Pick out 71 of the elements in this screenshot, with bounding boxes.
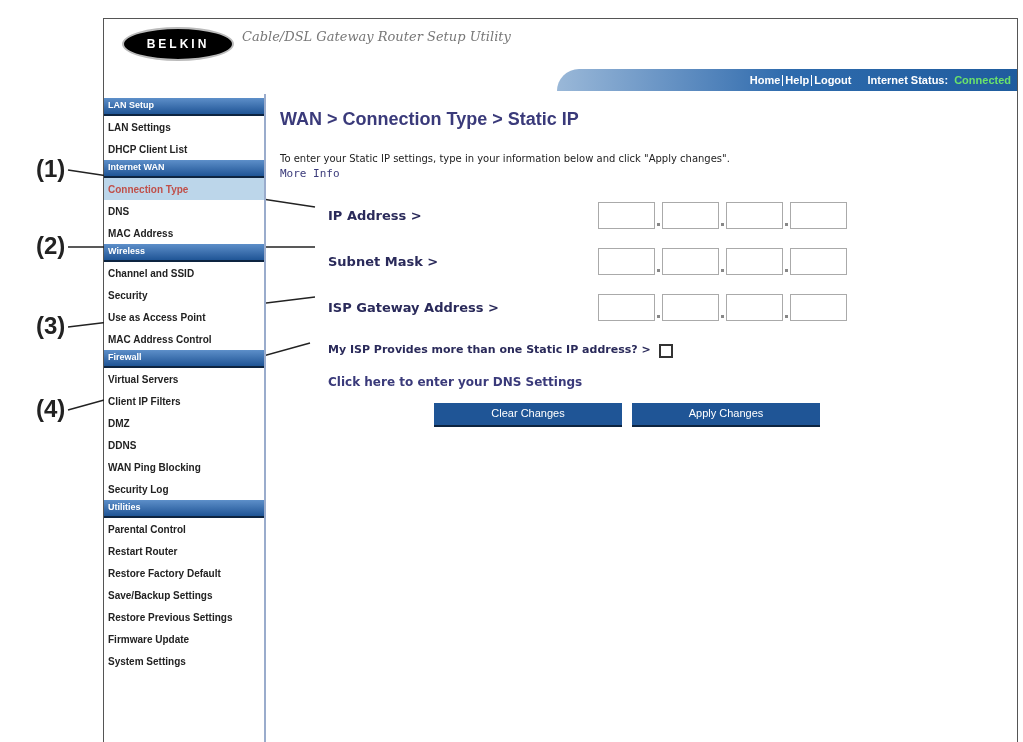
octet-field[interactable] xyxy=(790,202,847,229)
octet-field[interactable] xyxy=(726,294,783,321)
checkbox[interactable] xyxy=(658,343,673,358)
octet-field[interactable] xyxy=(662,294,719,321)
separator-icon xyxy=(782,74,784,86)
sidebar-item[interactable]: Security Log xyxy=(104,478,264,500)
callout-label: (1) xyxy=(36,157,66,181)
nav-link[interactable]: Home xyxy=(749,71,781,89)
sidebar-item[interactable]: Client IP Filters xyxy=(104,390,264,412)
dns-settings-link[interactable]: Click here to enter your DNS Settings xyxy=(328,372,583,391)
octet-field[interactable] xyxy=(598,202,655,229)
callout-label: (3) xyxy=(36,314,66,338)
sidebar-item[interactable]: Parental Control xyxy=(104,518,264,540)
sidebar-item[interactable]: WAN Ping Blocking xyxy=(104,456,264,478)
sidebar-item[interactable]: DHCP Client List xyxy=(104,138,264,160)
separator-icon xyxy=(811,74,813,86)
sidebar-item[interactable]: Save/Backup Settings xyxy=(104,584,264,606)
logo: BELKIN xyxy=(122,27,234,61)
checkbox-label: My ISP Provides more than one Static IP address? > xyxy=(328,342,651,359)
callout-label: (4) xyxy=(36,397,66,421)
sidebar-item[interactable]: Restore Factory Default xyxy=(104,562,264,584)
dot-separator-icon xyxy=(785,315,788,318)
action-button[interactable]: Clear Changes xyxy=(434,402,622,427)
octet-field[interactable] xyxy=(790,248,847,275)
sidebar-item[interactable]: DNS xyxy=(104,200,264,222)
field-label: Subnet Mask > xyxy=(328,252,440,271)
sidebar-item[interactable]: Restart Router xyxy=(104,540,264,562)
status-value: Connected xyxy=(954,72,1011,88)
octet-field[interactable] xyxy=(662,248,719,275)
sidebar-item[interactable]: DMZ xyxy=(104,412,264,434)
octet-field[interactable] xyxy=(726,248,783,275)
sidebar-item[interactable]: MAC Address Control xyxy=(104,328,264,350)
sidebar-item[interactable]: Firmware Update xyxy=(104,628,264,650)
sidebar-section-header: Firewall xyxy=(104,350,264,368)
sidebar-section-header: Wireless xyxy=(104,244,264,262)
field-label: IP Address > xyxy=(328,206,423,225)
dot-separator-icon xyxy=(721,223,724,226)
status-label: Internet Status: xyxy=(867,72,949,88)
dot-separator-icon xyxy=(657,223,660,226)
sidebar-item[interactable]: LAN Settings xyxy=(104,116,264,138)
nav-link[interactable]: Logout xyxy=(814,71,852,89)
field-label: ISP Gateway Address > xyxy=(328,298,500,317)
octet-field[interactable] xyxy=(790,294,847,321)
sidebar-item[interactable]: Restore Previous Settings xyxy=(104,606,264,628)
sidebar-section-header: Utilities xyxy=(104,500,264,518)
more-info-link[interactable]: More Info xyxy=(280,166,340,183)
dot-separator-icon xyxy=(721,269,724,272)
octet-field[interactable] xyxy=(598,294,655,321)
action-button[interactable]: Apply Changes xyxy=(632,402,820,427)
nav-link[interactable]: Help xyxy=(785,71,810,89)
octet-field[interactable] xyxy=(662,202,719,229)
intro-text: To enter your Static IP settings, type in your information below and click "Apply changes". xyxy=(280,152,731,166)
octet-field[interactable] xyxy=(726,202,783,229)
callout-label: (2) xyxy=(36,234,66,258)
dot-separator-icon xyxy=(785,223,788,226)
octet-field[interactable] xyxy=(598,248,655,275)
sidebar-item[interactable]: Security xyxy=(104,284,264,306)
dot-separator-icon xyxy=(721,315,724,318)
dot-separator-icon xyxy=(657,315,660,318)
sidebar-section-header: LAN Setup xyxy=(104,98,264,116)
sidebar-item[interactable]: Channel and SSID xyxy=(104,262,264,284)
sidebar-item[interactable]: Virtual Servers xyxy=(104,368,264,390)
sidebar-item[interactable]: System Settings xyxy=(104,650,264,672)
dot-separator-icon xyxy=(785,269,788,272)
sidebar-item[interactable]: DDNS xyxy=(104,434,264,456)
sidebar-item[interactable]: MAC Address xyxy=(104,222,264,244)
sidebar-section-header: Internet WAN xyxy=(104,160,264,178)
sidebar-item[interactable]: Use as Access Point xyxy=(104,306,264,328)
app-title: Cable/DSL Gateway Router Setup Utility xyxy=(242,28,511,46)
page-title: WAN > Connection Type > Static IP xyxy=(280,108,580,131)
dot-separator-icon xyxy=(657,269,660,272)
